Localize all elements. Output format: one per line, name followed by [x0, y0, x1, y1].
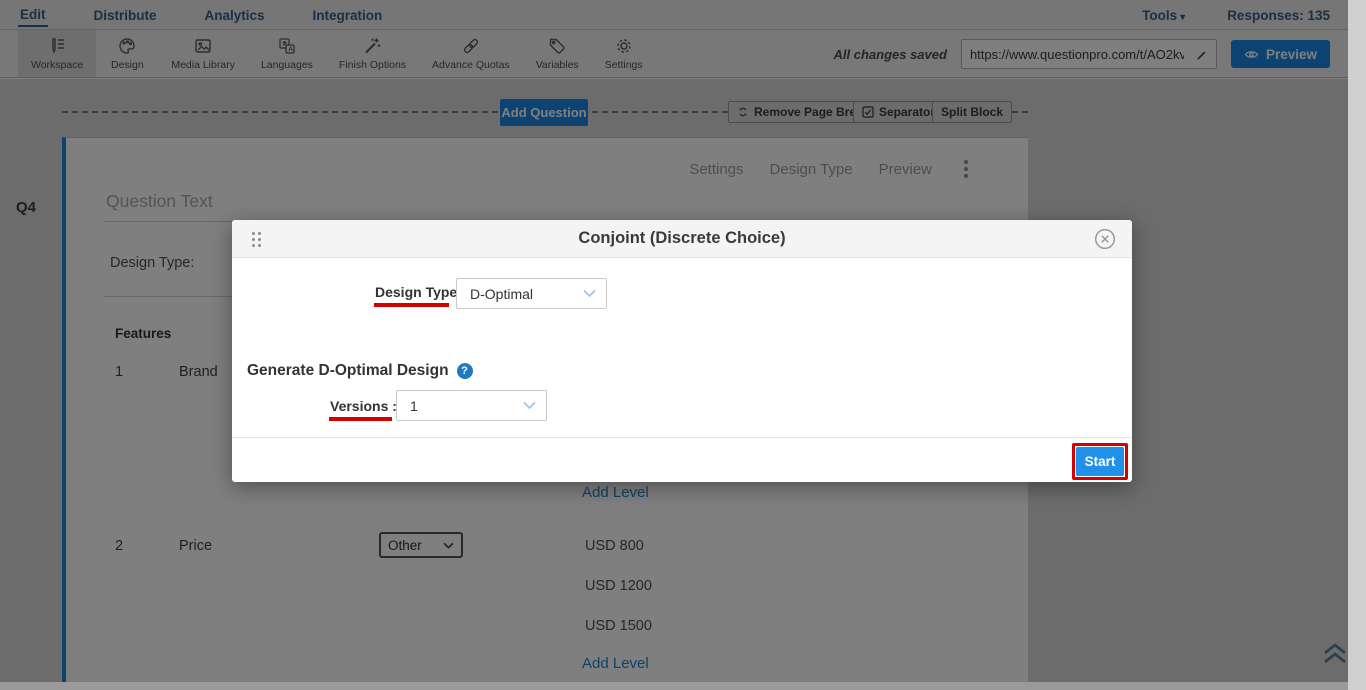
generate-design-heading: Generate D-Optimal Design ?	[247, 362, 473, 380]
bottom-window-edge	[0, 682, 1348, 690]
close-icon[interactable]	[1094, 228, 1116, 255]
red-underline-annotation	[374, 303, 449, 307]
versions-dropdown[interactable]: 1	[396, 390, 547, 421]
design-type-label: Design Type	[375, 284, 457, 300]
divider	[232, 437, 1132, 438]
red-underline-annotation	[329, 417, 392, 421]
design-type-dropdown[interactable]: D-Optimal	[456, 278, 607, 309]
chevron-down-icon	[583, 289, 596, 298]
annotation-highlight-box: Start	[1072, 443, 1128, 480]
design-type-value: D-Optimal	[470, 286, 533, 302]
versions-value: 1	[410, 398, 418, 414]
start-button[interactable]: Start	[1076, 447, 1124, 476]
chevron-down-icon	[523, 401, 536, 410]
help-icon[interactable]: ?	[457, 363, 473, 379]
modal-header: Conjoint (Discrete Choice)	[232, 220, 1132, 258]
generate-design-heading-text: Generate D-Optimal Design	[247, 362, 449, 380]
vertical-scrollbar[interactable]	[1348, 0, 1366, 690]
questionpro-editor: Edit Distribute Analytics Integration To…	[0, 0, 1366, 690]
drag-handle-icon[interactable]	[252, 232, 261, 247]
versions-label: Versions :	[330, 398, 397, 414]
modal-title: Conjoint (Discrete Choice)	[578, 229, 785, 248]
conjoint-modal: Conjoint (Discrete Choice) Design Type D…	[232, 220, 1132, 482]
